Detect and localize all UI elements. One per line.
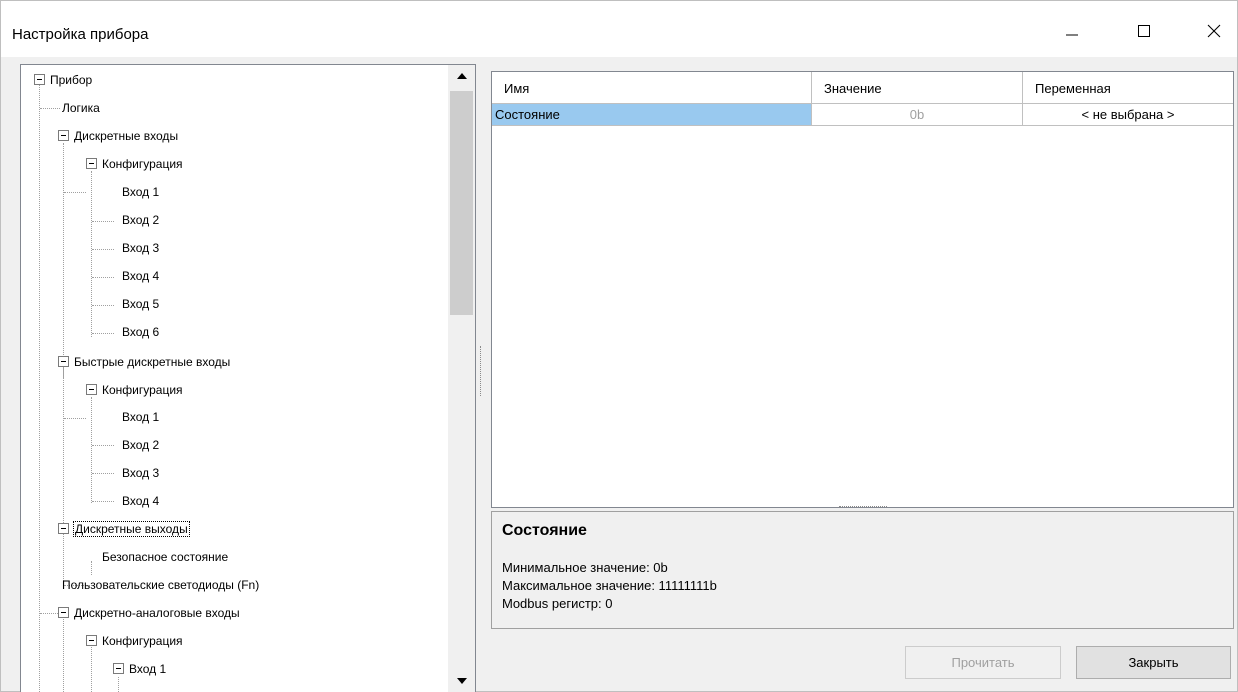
- cell-variable[interactable]: < не выбрана >: [1023, 104, 1233, 126]
- column-header-value[interactable]: Значение: [812, 72, 1023, 104]
- close-window-button[interactable]: [1191, 11, 1237, 51]
- tree-node-discrete-inputs[interactable]: Дискретные входы: [74, 127, 178, 145]
- close-icon: [1207, 24, 1221, 38]
- collapse-icon[interactable]: [86, 635, 97, 646]
- tree-node-fast-discrete-inputs[interactable]: Быстрые дискретные входы: [74, 353, 230, 371]
- tree-node-user-leds[interactable]: Пользовательские светодиоды (Fn): [62, 576, 259, 594]
- arrow-up-icon: [456, 73, 467, 79]
- tree-node-input[interactable]: Вход 6: [122, 323, 159, 341]
- tree-node-logic[interactable]: Логика: [62, 99, 100, 117]
- collapse-icon[interactable]: [34, 74, 45, 85]
- vertical-splitter[interactable]: [480, 346, 483, 396]
- collapse-icon[interactable]: [58, 130, 69, 141]
- tree-node-configuration[interactable]: Конфигурация: [102, 155, 183, 173]
- tree-scrollbar[interactable]: [448, 65, 475, 692]
- minimize-button[interactable]: [1049, 11, 1095, 51]
- tree-node-input[interactable]: Вход 1: [129, 660, 166, 678]
- arrow-down-icon: [456, 678, 467, 684]
- column-header-variable[interactable]: Переменная: [1023, 72, 1233, 104]
- minimize-icon: [1066, 34, 1078, 36]
- close-button[interactable]: Закрыть: [1076, 646, 1231, 679]
- grid-header: Имя Значение Переменная: [492, 72, 1233, 104]
- tree-node-discrete-outputs[interactable]: Дискретные выходы: [73, 520, 190, 538]
- window-title: Настройка прибора: [12, 26, 149, 43]
- tree-node-input[interactable]: Вход 3: [122, 239, 159, 257]
- table-row[interactable]: Состояние 0b < не выбрана >: [492, 104, 1233, 126]
- tree-node-safe-state[interactable]: Безопасное состояние: [102, 548, 228, 566]
- collapse-icon[interactable]: [86, 384, 97, 395]
- device-tree[interactable]: Прибор Логика Дискретные входы Конфигура…: [21, 65, 448, 692]
- collapse-icon[interactable]: [58, 607, 69, 618]
- parameter-grid: Имя Значение Переменная Состояние 0b < н…: [491, 71, 1234, 508]
- info-min-value: Минимальное значение: 0b: [502, 560, 668, 575]
- tree-node-input[interactable]: Вход 2: [122, 211, 159, 229]
- collapse-icon[interactable]: [58, 356, 69, 367]
- tree-node-configuration[interactable]: Конфигурация: [102, 381, 183, 399]
- tree-node-configuration[interactable]: Конфигурация: [102, 632, 183, 650]
- tree-node-input[interactable]: Вход 1: [122, 183, 159, 201]
- tree-node-input[interactable]: Вход 5: [122, 295, 159, 313]
- collapse-icon[interactable]: [86, 158, 97, 169]
- tree-node-device[interactable]: Прибор: [50, 71, 92, 89]
- scroll-down-button[interactable]: [448, 670, 475, 692]
- info-title: Состояние: [502, 522, 587, 539]
- tree-node-input[interactable]: Вход 2: [122, 436, 159, 454]
- device-tree-panel: Прибор Логика Дискретные входы Конфигура…: [20, 64, 476, 692]
- title-bar: Настройка прибора: [1, 1, 1237, 57]
- column-header-name[interactable]: Имя: [492, 72, 812, 104]
- collapse-icon[interactable]: [58, 523, 69, 534]
- tree-node-input[interactable]: Вход 4: [122, 267, 159, 285]
- maximize-button[interactable]: [1121, 11, 1167, 51]
- cell-value[interactable]: 0b: [812, 104, 1023, 126]
- collapse-icon[interactable]: [113, 663, 124, 674]
- tree-node-discrete-analog-inputs[interactable]: Дискретно-аналоговые входы: [74, 604, 240, 622]
- info-modbus-register: Modbus регистр: 0: [502, 596, 613, 611]
- tree-node-input[interactable]: Вход 3: [122, 464, 159, 482]
- horizontal-splitter[interactable]: [839, 506, 887, 508]
- cell-name[interactable]: Состояние: [492, 104, 812, 126]
- parameter-info-panel: Состояние Минимальное значение: 0b Макси…: [491, 511, 1234, 629]
- settings-window: Настройка прибора Прибор Логика Дискретн…: [0, 0, 1238, 692]
- maximize-icon: [1138, 25, 1150, 37]
- scroll-thumb[interactable]: [450, 91, 473, 315]
- info-max-value: Максимальное значение: 11111111b: [502, 578, 717, 593]
- tree-node-input[interactable]: Вход 4: [122, 492, 159, 510]
- read-button[interactable]: Прочитать: [905, 646, 1061, 679]
- tree-node-selected-label[interactable]: Дискретные выходы: [73, 521, 190, 537]
- scroll-up-button[interactable]: [448, 65, 475, 87]
- tree-node-input[interactable]: Вход 1: [122, 408, 159, 426]
